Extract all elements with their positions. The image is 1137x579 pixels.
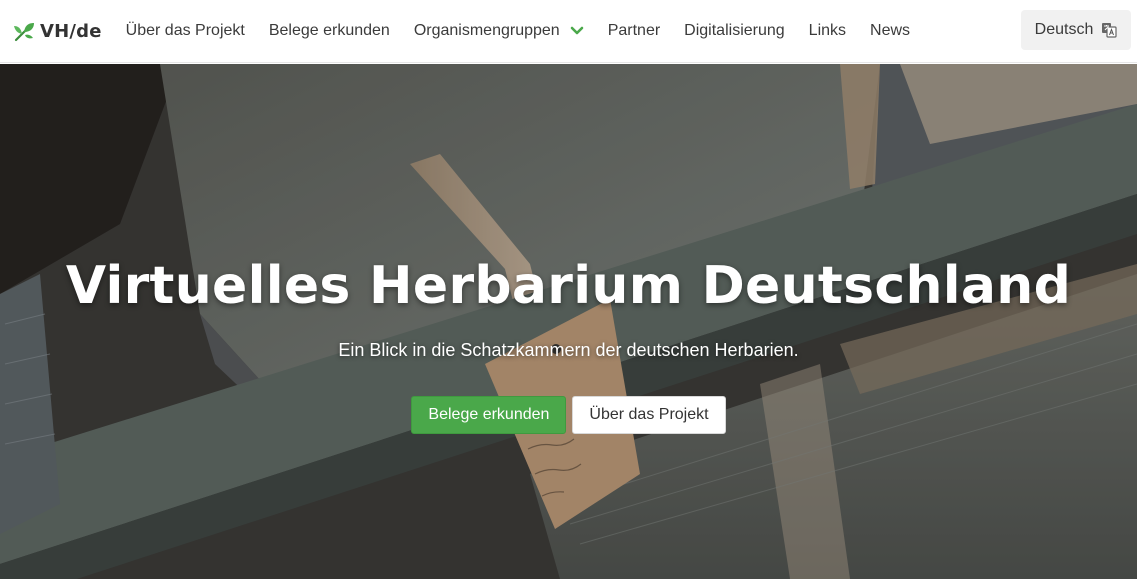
brand-logo[interactable]: VH/de	[13, 20, 102, 42]
main-nav: Über das Projekt Belege erkunden Organis…	[114, 22, 922, 40]
belege-erkunden-button[interactable]: Belege erkunden	[411, 396, 567, 434]
nav-item-partner[interactable]: Partner	[608, 22, 660, 40]
nav-item-organismengruppen[interactable]: Organismengruppen	[414, 22, 584, 40]
brand-name: VH/de	[40, 20, 102, 42]
hero-banner: Virtuelles Herbarium Deutschland Ein Bli…	[0, 64, 1137, 579]
leaf-icon	[14, 23, 34, 42]
hero-title: Virtuelles Herbarium Deutschland	[65, 256, 1072, 316]
hero-subtitle: Ein Blick in die Schatzkammern der deuts…	[338, 340, 799, 360]
hero-buttons: Belege erkunden Über das Projekt	[0, 396, 1137, 434]
hero-content: Virtuelles Herbarium Deutschland Ein Bli…	[0, 64, 1137, 579]
nav-item-ueber-das-projekt[interactable]: Über das Projekt	[126, 22, 245, 40]
language-selector[interactable]: Deutsch	[1021, 10, 1131, 50]
chevron-down-icon	[570, 26, 584, 36]
nav-item-organismengruppen-label: Organismengruppen	[413, 22, 560, 39]
nav-item-links[interactable]: Links	[809, 22, 846, 40]
ueber-das-projekt-button[interactable]: Über das Projekt	[572, 396, 726, 434]
nav-item-news[interactable]: News	[870, 22, 910, 40]
translate-icon	[1102, 23, 1117, 38]
language-label: Deutsch	[1034, 21, 1094, 38]
nav-item-belege-erkunden[interactable]: Belege erkunden	[269, 22, 390, 40]
top-navbar: VH/de Über das Projekt Belege erkunden O…	[0, 0, 1137, 63]
nav-item-digitalisierung[interactable]: Digitalisierung	[684, 22, 785, 40]
